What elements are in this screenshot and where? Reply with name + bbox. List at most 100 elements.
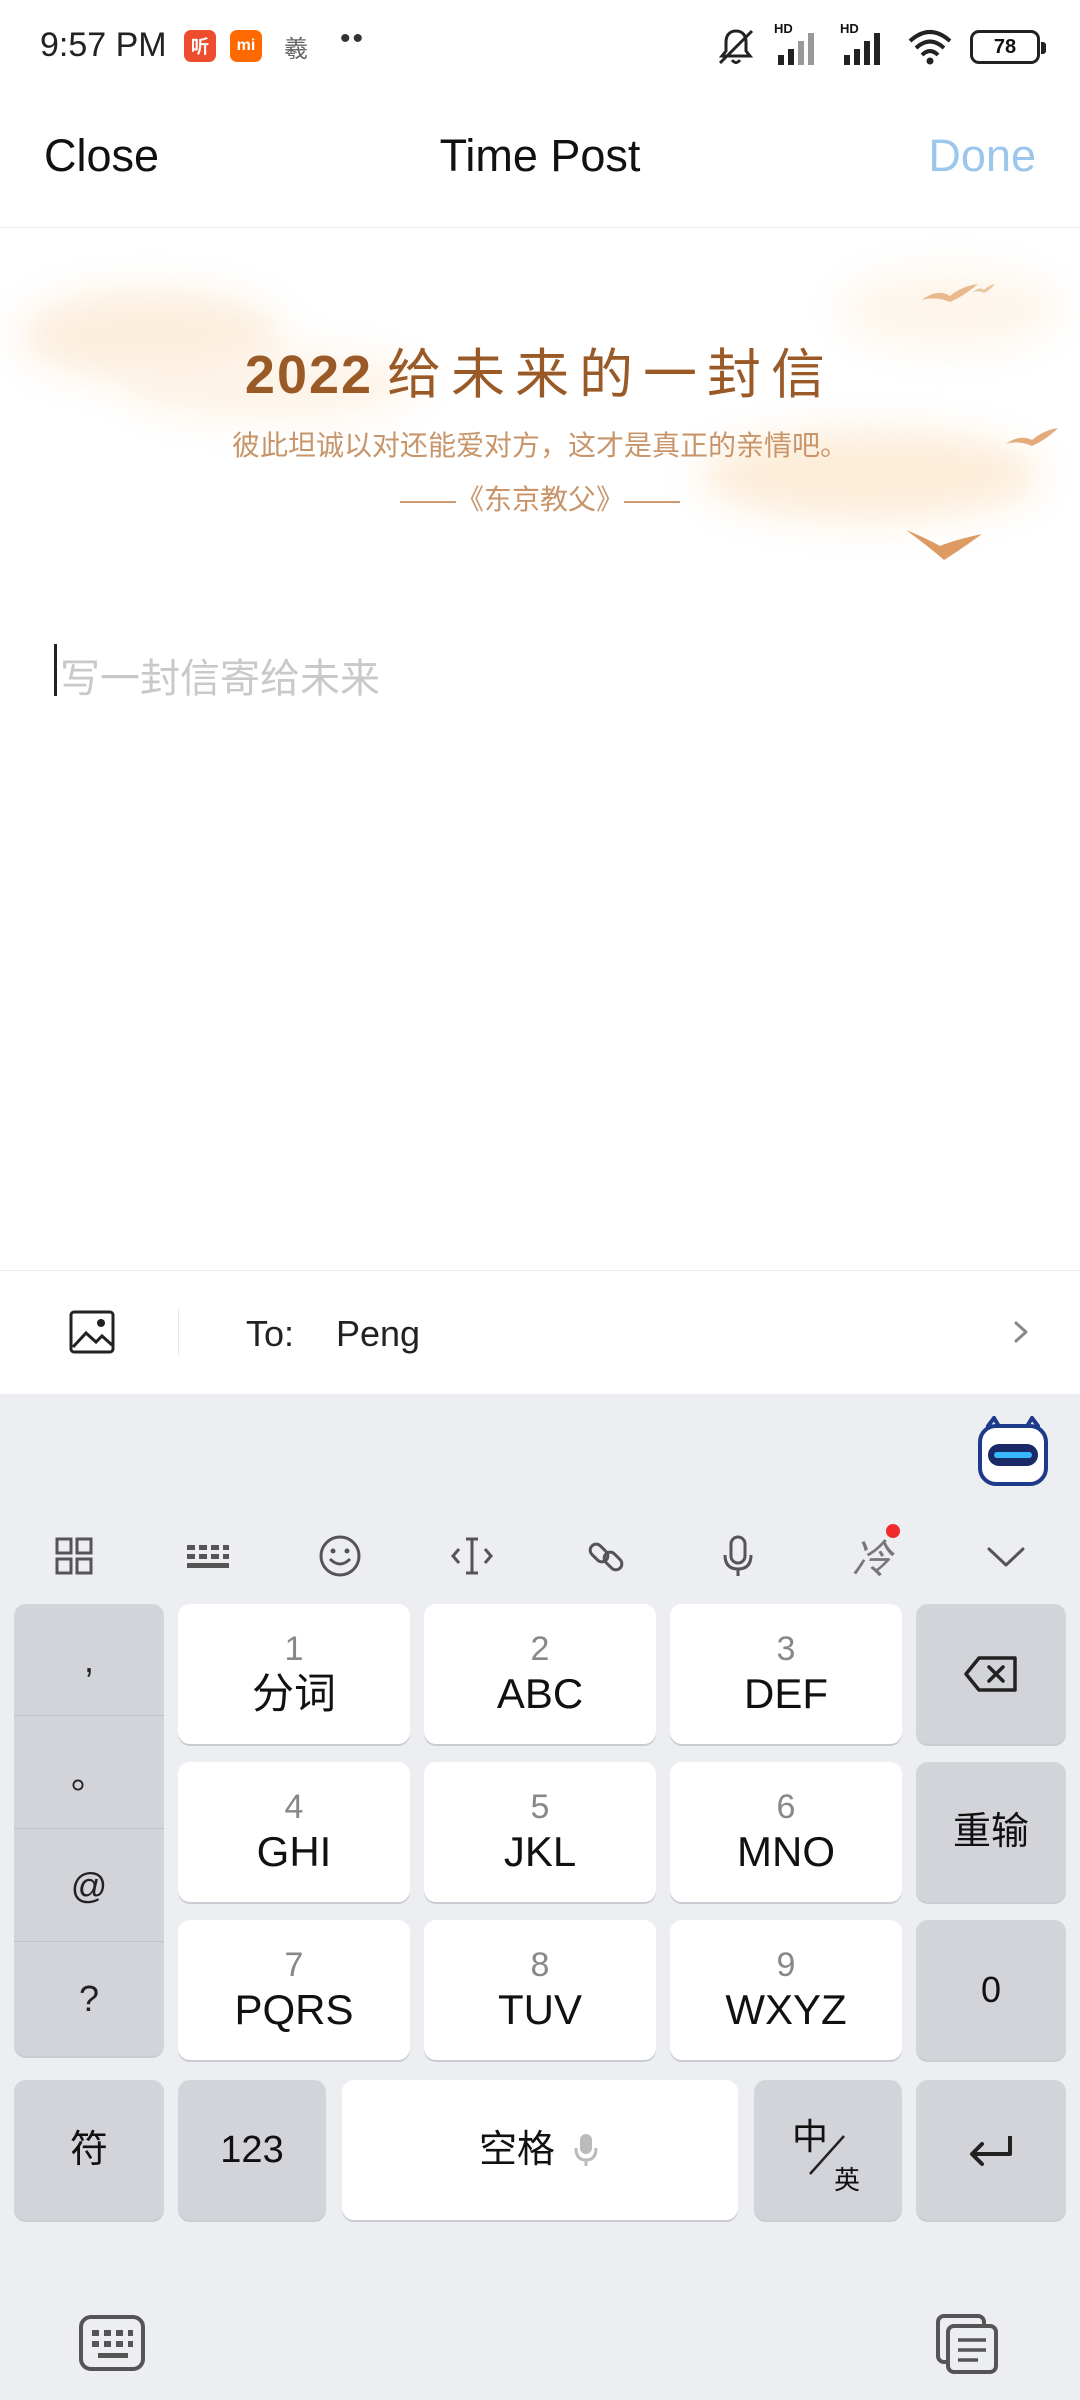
microphone-icon[interactable] (712, 1530, 764, 1582)
key-number: 5 (530, 1788, 550, 1826)
more-notifications-icon: •• (340, 22, 366, 55)
space-label: 空格 (478, 2129, 555, 2171)
key-number: 1 (284, 1630, 304, 1668)
status-bar: 9:57 PM 听 mi 羲 •• HD HD 78 (0, 0, 1080, 100)
key-label: WXYZ (725, 1986, 847, 2033)
ime-keyboard: 冷 , 。 @ ? 1 分词 2 ABC 3 DEF 4 GHI 5 JKL 6… (0, 1394, 1080, 2400)
chevron-right-icon[interactable] (1000, 1309, 1040, 1355)
language-switch-key[interactable]: 中 英 (754, 2080, 902, 2220)
key-number: 3 (776, 1630, 796, 1668)
space-key[interactable]: 空格 (342, 2080, 738, 2220)
battery-level: 78 (993, 35, 1017, 58)
banner-quote: 彼此坦诚以对还能爱对方，这才是真正的亲情吧。 (231, 430, 848, 461)
banner-heading-text: 给未来的一封信 (387, 345, 836, 405)
key-4[interactable]: 4 GHI (178, 1762, 410, 1902)
clipboard-icon[interactable] (934, 2312, 1000, 2376)
close-button[interactable]: Close (44, 130, 159, 182)
retype-key[interactable]: 重输 (916, 1762, 1066, 1902)
letter-banner: 2022 给未来的一封信 彼此坦诚以对还能爱对方，这才是真正的亲情吧。 ——《东京… (0, 230, 1080, 590)
punctuation-key[interactable]: ? (14, 1943, 164, 2055)
cursor-icon[interactable] (446, 1530, 498, 1582)
letter-text-area[interactable]: 写一封信寄给未来 (54, 642, 1034, 702)
key-number: 7 (284, 1946, 304, 1984)
key-label: MNO (737, 1828, 835, 1875)
punctuation-key[interactable]: 。 (14, 1717, 164, 1829)
key-label: PQRS (234, 1986, 354, 2033)
recipient-label: To: (246, 1313, 295, 1354)
zero-label: 0 (980, 1969, 1002, 2010)
collapse-keyboard-icon[interactable] (980, 1530, 1032, 1582)
bird-icon (922, 284, 978, 302)
cold-font-glyph: 冷 (852, 1538, 892, 1582)
punctuation-key[interactable]: , (14, 1604, 164, 1716)
feather-app-icon: 羲 (284, 35, 308, 63)
key-label: GHI (256, 1828, 332, 1875)
enter-key[interactable] (916, 2080, 1066, 2220)
symbols-label: 符 (69, 2129, 108, 2171)
key-number: 2 (530, 1630, 550, 1668)
symbols-key[interactable]: 符 (14, 2080, 164, 2220)
key-number: 9 (776, 1946, 796, 1984)
numbers-label: 123 (220, 2129, 284, 2171)
listen-app-icon: 听 (184, 30, 216, 62)
key-label: JKL (503, 1828, 577, 1875)
numbers-key[interactable]: 123 (178, 2080, 326, 2220)
key-label: ABC (496, 1670, 584, 1717)
notification-dot (886, 1524, 900, 1538)
punctuation-key[interactable]: @ (14, 1830, 164, 1942)
banner-year: 2022 (244, 345, 374, 405)
key-3[interactable]: 3 DEF (670, 1604, 902, 1744)
wifi-icon (908, 30, 952, 65)
key-label: TUV (498, 1986, 582, 2033)
cold-font-icon[interactable]: 冷 (846, 1524, 900, 1582)
microphone-icon (574, 2134, 598, 2166)
image-icon[interactable] (68, 1309, 116, 1355)
keyboard-bottom-bar (0, 2274, 1080, 2400)
battery-indicator: 78 (970, 30, 1046, 64)
signal-icon-1: HD (774, 21, 824, 69)
zero-key[interactable]: 0 (916, 1920, 1066, 2060)
enter-icon (970, 2136, 1012, 2166)
key-label: 分词 (251, 1670, 336, 1717)
status-time: 9:57 PM (40, 26, 167, 64)
recipient-name[interactable]: Peng (336, 1313, 420, 1355)
key-number: 8 (530, 1946, 550, 1984)
backspace-key[interactable] (916, 1604, 1066, 1744)
banner-source: ——《东京教父》—— (399, 484, 680, 515)
bird-icon (973, 284, 995, 293)
recipient-bar: To: Peng (0, 1270, 1080, 1394)
key-9[interactable]: 9 WXYZ (670, 1920, 902, 2060)
punctuation-column: , 。 @ ? (14, 1604, 164, 2056)
banner-heading: 2022 给未来的一封信 (0, 330, 1080, 409)
letter-placeholder: 写一封信寄给未来 (60, 657, 380, 701)
lang-english-label: 英 (834, 2165, 861, 2195)
grid-icon[interactable] (48, 1530, 100, 1582)
emoji-icon[interactable] (314, 1530, 366, 1582)
bird-icon (906, 530, 982, 560)
backspace-icon (964, 1656, 1017, 1692)
status-indicators: HD HD 78 (714, 21, 1046, 72)
key-number: 6 (776, 1788, 796, 1826)
signal-icon-2: HD (840, 21, 890, 69)
key-1[interactable]: 1 分词 (178, 1604, 410, 1744)
mi-app-icon: mi (230, 30, 262, 62)
link-icon[interactable] (580, 1530, 632, 1582)
key-label: DEF (744, 1670, 828, 1717)
key-7[interactable]: 7 PQRS (178, 1920, 410, 2060)
key-5[interactable]: 5 JKL (424, 1762, 656, 1902)
key-8[interactable]: 8 TUV (424, 1920, 656, 2060)
page-title: Time Post (439, 130, 641, 181)
retype-label: 重输 (952, 1811, 1029, 1853)
divider (178, 1309, 179, 1355)
top-bar: Close Time Post Done (0, 100, 1080, 228)
key-number: 4 (284, 1788, 304, 1826)
keyboard-icon[interactable] (182, 1530, 234, 1582)
keyboard-toolbar: 冷 (0, 1494, 1080, 1614)
key-6[interactable]: 6 MNO (670, 1762, 902, 1902)
key-2[interactable]: 2 ABC (424, 1604, 656, 1744)
mute-icon (718, 29, 754, 65)
done-button[interactable]: Done (928, 130, 1036, 182)
text-caret (54, 644, 57, 696)
keyboard-switch-icon[interactable] (78, 2314, 146, 2372)
assistant-robot-icon[interactable] (974, 1416, 1052, 1488)
